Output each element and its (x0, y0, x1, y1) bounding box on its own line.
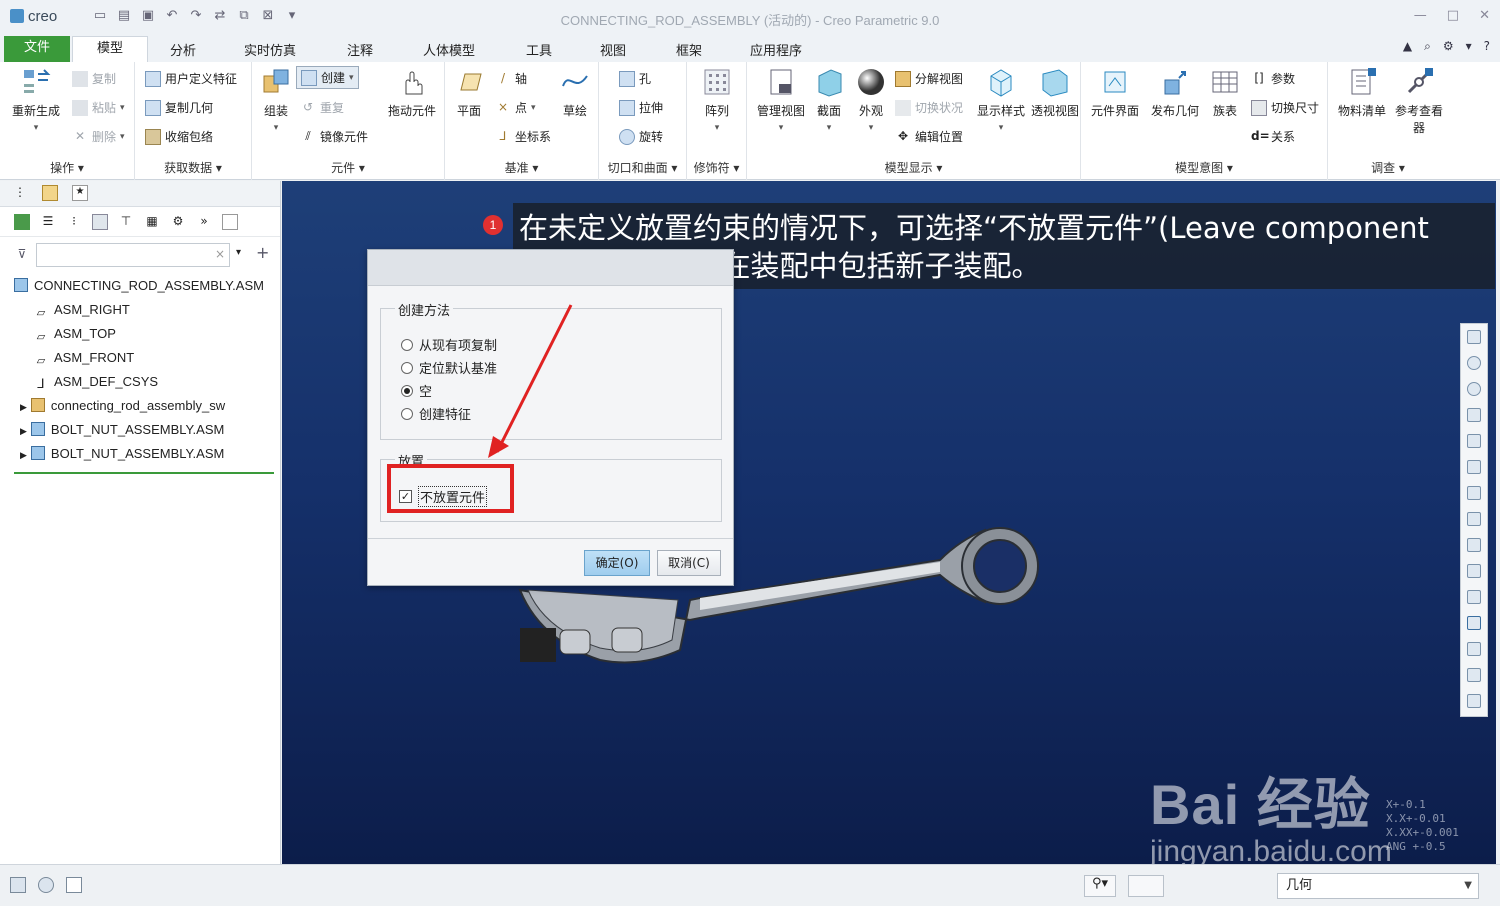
status-bar: ⚲▾ 几何 ▼ (0, 864, 1500, 906)
status-left-tools (10, 877, 82, 893)
toggle-navigator-icon[interactable] (10, 877, 26, 893)
selected-items-icon[interactable] (1128, 875, 1164, 897)
full-screen-icon[interactable] (66, 877, 82, 893)
creo-window: creo ▭ ▤ ▣ ↶ ↷ ⇄ ⧉ ⊠ ▾ CONNECTING_ROD_AS… (0, 0, 1500, 906)
selection-filter-dropdown[interactable]: 几何 ▼ (1277, 873, 1479, 899)
chevron-down-icon: ▼ (1464, 880, 1472, 891)
toggle-browser-icon[interactable] (38, 877, 54, 893)
tolerance-table: X+-0.1 X.X+-0.01 X.XX+-0.001 ANG +-0.5 (1386, 798, 1459, 853)
find-icon[interactable]: ⚲▾ (1084, 875, 1116, 897)
